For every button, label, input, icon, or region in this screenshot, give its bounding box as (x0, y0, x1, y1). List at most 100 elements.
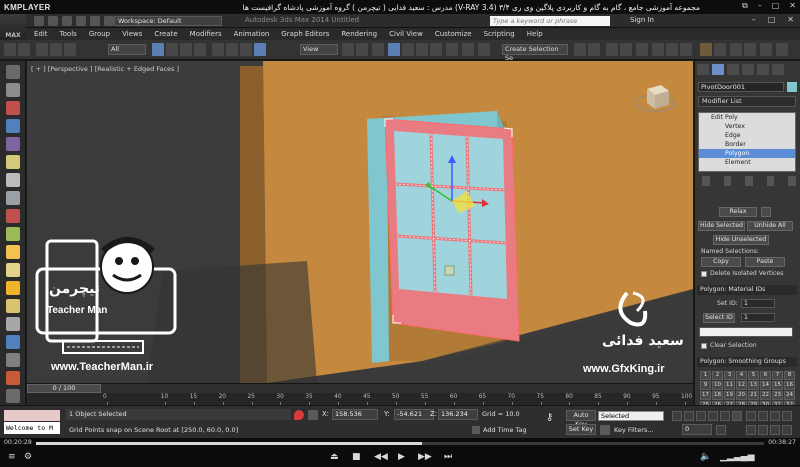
stack-item-edit-poly[interactable]: Edit Poly (699, 113, 795, 122)
create-tab-icon[interactable] (697, 64, 709, 75)
configure-modifier-sets-icon[interactable] (788, 176, 796, 186)
bind-space-warp-icon[interactable] (64, 43, 76, 56)
object-color-swatch[interactable] (787, 82, 797, 92)
menu-create[interactable]: Create (154, 30, 177, 38)
menu-rendering[interactable]: Rendering (341, 30, 377, 38)
select-move-icon[interactable] (212, 43, 224, 56)
schematic-view-icon[interactable] (620, 43, 632, 56)
smoothing-group-button[interactable]: 15 (772, 381, 783, 390)
menu-civil-view[interactable]: Civil View (389, 30, 423, 38)
application-button[interactable]: MAX (0, 14, 26, 41)
sphere-icon[interactable] (6, 101, 20, 115)
cylinder-icon[interactable] (6, 119, 20, 133)
paste-button[interactable]: Paste (745, 257, 785, 267)
pin-icon[interactable]: ⧉ (742, 1, 748, 11)
y-coordinate-field[interactable]: -54.621 (394, 409, 434, 420)
render-production-icon[interactable] (680, 43, 692, 56)
volume-bar-icon[interactable]: ▁▂▃▄▅ (720, 452, 755, 462)
transform-mode-icon[interactable] (308, 410, 318, 420)
unlink-icon[interactable] (50, 43, 62, 56)
stack-item-border[interactable]: Border (699, 140, 795, 149)
render-setup-icon[interactable] (652, 43, 664, 56)
maxscript-mini-listener[interactable]: Welcome to M (4, 422, 60, 434)
add-time-tag-button[interactable]: Add Time Tag (483, 426, 527, 434)
time-configuration-icon[interactable] (716, 425, 726, 435)
smoothing-group-button[interactable]: 22 (760, 391, 771, 400)
key-icon[interactable]: ⚷ (546, 412, 553, 423)
current-frame-field[interactable]: 0 (682, 424, 712, 435)
close-icon[interactable]: ✕ (787, 15, 794, 24)
time-slider[interactable]: 0 / 100 (27, 384, 101, 393)
hide-selected-button[interactable]: Hide Selected (698, 221, 745, 231)
smoothing-group-button[interactable]: 19 (724, 391, 735, 400)
redo-icon[interactable] (90, 16, 100, 26)
align-icon[interactable] (478, 43, 490, 56)
minimize-icon[interactable]: – (758, 1, 762, 11)
select-manipulate-icon[interactable] (356, 43, 368, 56)
tube-icon[interactable] (6, 263, 20, 277)
smoothing-group-button[interactable]: 9 (700, 381, 711, 390)
smoothing-group-button[interactable]: 4 (736, 371, 747, 380)
key-filters-button[interactable]: Key Filters... (614, 426, 654, 434)
relax-button[interactable]: Relax (719, 207, 757, 217)
close-icon[interactable]: ✕ (789, 1, 796, 11)
material-editor-icon[interactable] (636, 43, 648, 56)
smoothing-group-button[interactable]: 2 (712, 371, 723, 380)
zoom-extents-all-icon[interactable] (782, 411, 792, 421)
play-icon[interactable] (696, 411, 706, 421)
play-pause-icon[interactable]: ▶ (398, 452, 405, 462)
graphite-toolbar-icon[interactable] (588, 43, 600, 56)
smoothing-group-button[interactable]: 14 (760, 381, 771, 390)
fast-forward-icon[interactable]: ▶▶ (418, 452, 432, 462)
stack-item-edge[interactable]: Edge (699, 131, 795, 140)
maximize-icon[interactable]: □ (772, 1, 780, 11)
stack-item-element[interactable]: Element (699, 158, 795, 167)
vray-sun-icon[interactable] (744, 43, 756, 56)
smoothing-group-button[interactable]: 6 (760, 371, 771, 380)
link-icon[interactable] (36, 43, 48, 56)
stop-icon[interactable]: ■ (352, 452, 361, 462)
select-place-icon[interactable] (254, 43, 266, 56)
modify-tab-icon[interactable] (712, 64, 724, 75)
field-of-view-icon[interactable] (746, 425, 756, 435)
menu-group[interactable]: Group (89, 30, 110, 38)
menu-modifiers[interactable]: Modifiers (190, 30, 222, 38)
window-crossing-icon[interactable] (194, 43, 206, 56)
viewport-label[interactable]: [ + ] [Perspective ] [Realistic + Edged … (31, 65, 179, 73)
spline-icon[interactable] (6, 317, 20, 331)
show-end-result-icon[interactable] (723, 176, 732, 186)
edit-named-selection-icon[interactable] (446, 43, 458, 56)
selection-lock-icon[interactable] (294, 410, 304, 420)
pivot-center-icon[interactable] (342, 43, 354, 56)
set-key-button[interactable]: Set Key (566, 424, 596, 435)
smoothing-group-button[interactable]: 20 (736, 391, 747, 400)
material-ids-rollout[interactable]: Polygon: Material IDs (697, 285, 797, 295)
z-coordinate-field[interactable]: 136.234 (438, 409, 478, 420)
zoom-extents-icon[interactable] (770, 411, 780, 421)
pyramid-icon[interactable] (6, 281, 20, 295)
rendered-frame-window-icon[interactable] (666, 43, 678, 56)
light-icon[interactable] (6, 155, 20, 169)
cone-icon[interactable] (6, 245, 20, 259)
menu-help[interactable]: Help (527, 30, 543, 38)
set-key-tangent-icon[interactable] (600, 425, 610, 435)
zoom-icon[interactable] (746, 411, 756, 421)
vray-toolbar-icon[interactable] (700, 43, 712, 56)
track-bar[interactable]: 0 10 15 20 25 30 35 40 45 50 55 60 65 70 75 80 85 90 95 100 (27, 393, 693, 405)
smoothing-group-button[interactable]: 7 (772, 371, 783, 380)
zoom-all-icon[interactable] (758, 411, 768, 421)
geosphere-icon[interactable] (6, 299, 20, 313)
sign-in-button[interactable]: Sign In (630, 16, 654, 24)
auto-key-button[interactable]: Auto Key (566, 410, 596, 428)
delete-isolated-checkbox[interactable] (701, 271, 707, 277)
menu-icon[interactable]: ≡ (8, 452, 16, 462)
next-frame-icon[interactable] (708, 411, 718, 421)
select-scale-icon[interactable] (240, 43, 252, 56)
smoothing-group-button[interactable]: 12 (736, 381, 747, 390)
mirror-icon[interactable] (462, 43, 474, 56)
smoothing-group-button[interactable]: 1 (700, 371, 711, 380)
select-by-name-icon[interactable] (166, 43, 178, 56)
pan-icon[interactable] (758, 425, 768, 435)
save-file-icon[interactable] (62, 16, 72, 26)
smoothing-group-button[interactable]: 24 (784, 391, 795, 400)
